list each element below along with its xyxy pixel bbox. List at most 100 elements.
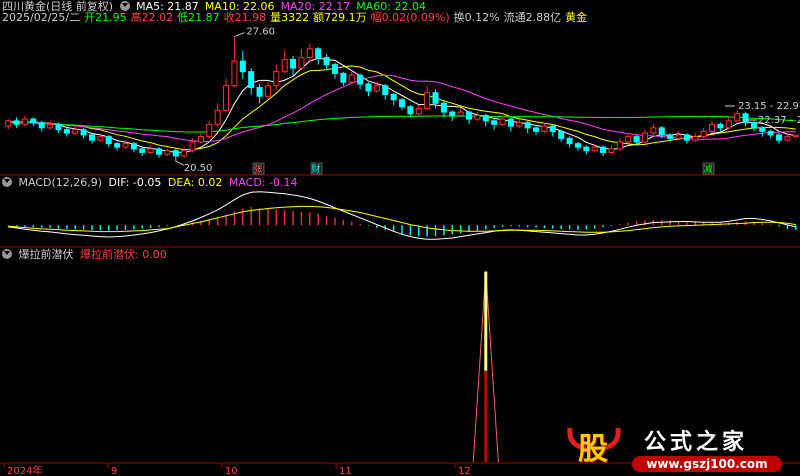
candle-up [273,71,280,87]
candle-down [55,123,62,131]
candle-up [21,118,28,125]
x-axis-label-1: 9 [111,466,117,476]
candle-down [533,127,540,132]
candle-down [105,136,112,145]
candle-down [759,127,766,132]
candle-down [574,143,581,148]
watermark: 股 公式之家 www.gszj100.com [560,420,800,476]
candle-up [264,85,271,97]
candle-up [675,134,682,139]
candle-down [449,111,456,117]
watermark-brand: 公式之家 [644,430,749,455]
event-marker-0: 张 [253,164,262,175]
macd-header: MACD(12,26,9) DIF: -0.05 DEA: 0.02 MACD:… [2,176,301,190]
candle-up [591,146,598,152]
candle-up [231,60,238,87]
watermark-logo-char: 股 [578,432,608,467]
candle-down [776,134,783,141]
candle-down [491,120,498,125]
candle-up [616,141,623,150]
candle-down [13,120,20,125]
candle-down [365,83,372,92]
candle-down [432,92,439,104]
candle-up [474,115,481,120]
candle-up [72,129,79,134]
candle-down [633,136,640,143]
dropdown-icon[interactable] [119,1,130,11]
kline-chart-canvas[interactable]: 27.60 20.50 23.15 - 22.97 22.37 - 22 张 财 减 2024… [0,0,800,476]
info-item-5: 量3322 [270,11,310,24]
right-mid-label: 22.37 - 22 [758,115,800,126]
candle-down [407,106,414,115]
macd-dea: DEA: 0.02 [167,176,223,189]
x-axis-label-4: 12 [458,466,471,476]
candle-up [189,141,196,152]
candle-down [683,134,690,141]
candle-down [440,102,447,113]
candle-down [155,148,163,155]
x-axis-label-0: 2024年 [7,464,42,476]
info-item-4: 收21.98 [223,11,267,24]
candle-down [667,134,674,139]
macd-value: MACD: -0.14 [228,176,298,189]
candle-down [38,122,45,129]
candle-down [767,130,774,136]
candle-up [47,123,54,129]
right-high-label: 23.15 - 22.97 [738,101,800,112]
candle-down [398,99,406,108]
candle-up [700,130,707,138]
indicator-value: 爆拉前潜伏: 0.00 [80,248,167,261]
candle-up [214,109,221,125]
indicator-title: 爆拉前潜伏 [18,248,74,261]
candle-up [499,118,506,125]
candle-down [248,71,255,88]
watermark-url-box: www.gszj100.com [632,456,782,472]
candle-up [650,127,657,134]
candle-up [122,143,129,148]
info-item-2: 高22.02 [130,11,174,24]
candle-up [197,136,204,143]
info-item-3: 低21.87 [177,11,220,24]
candle-up [734,113,741,122]
indicator-menu-icon[interactable] [2,249,12,259]
candle-down [80,129,87,136]
candle-up [424,92,431,110]
candle-down [600,146,607,153]
candle-down [357,74,364,85]
macd-menu-icon[interactable] [2,177,12,187]
ohlc-info-row: 2025/02/25/二 开21.95 高22.02 低21.87 收21.98 量332… [2,11,591,25]
event-marker-1: 财 [311,163,320,175]
watermark-logo: 股 [566,422,622,467]
low-price-label: 20.50 [184,163,213,174]
candle-up [415,108,422,115]
candle-down [750,122,757,129]
candle-up [206,123,213,138]
candle-up [709,123,716,132]
candle-up [692,136,699,141]
candle-down [742,113,749,124]
macd-title: MACD(12,26,9) [18,176,103,189]
candle-up [784,136,791,141]
candle-down [390,93,397,101]
info-item-6: 额729.1万 [313,11,367,24]
candle-down [558,130,565,139]
candle-up [625,136,632,143]
candle-up [641,132,649,143]
ma60-line [8,115,796,133]
macd-dif: DIF: -0.05 [108,176,162,189]
info-item-7: 幅0.02(0.09%) [370,11,450,24]
candle-down [340,72,347,83]
info-item-1: 开21.95 [84,11,127,24]
candle-down [323,57,330,66]
candle-down [382,85,389,95]
candle-down [524,122,531,129]
candle-down [331,64,338,74]
candle-down [88,134,95,141]
indicator-header: 爆拉前潜伏 爆拉前潜伏: 0.00 [2,248,170,262]
info-item-9: 流通2.88亿 [503,11,562,24]
candle-up [725,120,732,129]
candle-down [717,123,724,129]
candle-down [139,148,146,153]
candle-down [549,125,556,132]
candle-up [541,125,548,132]
